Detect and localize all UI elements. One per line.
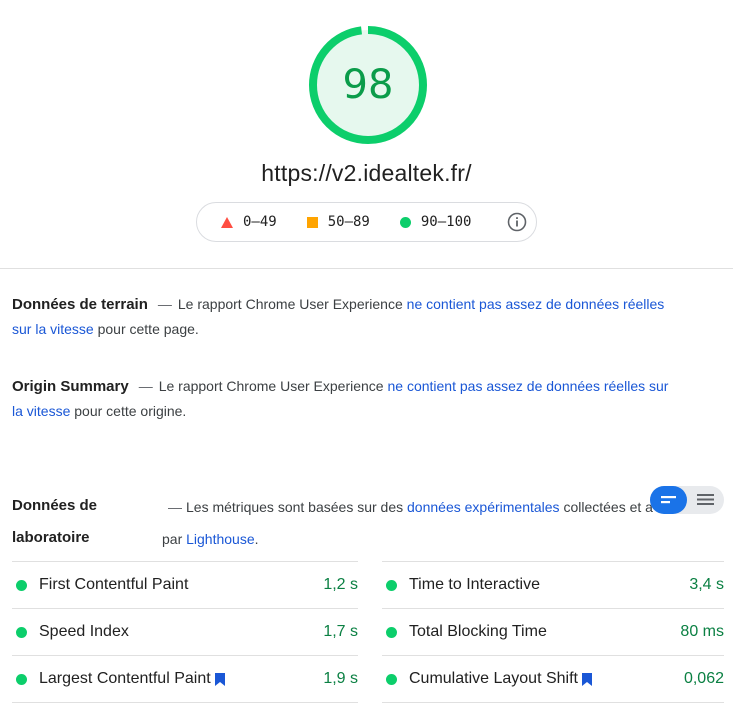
origin-summary-text-after: pour cette origine.: [74, 403, 187, 419]
lab-data-link[interactable]: données expérimentales: [407, 499, 560, 515]
origin-summary-title: Origin Summary: [12, 378, 129, 395]
legend-item-pass: 90–100: [399, 214, 472, 230]
metric-speed-index[interactable]: Speed Index 1,7 s: [12, 608, 358, 655]
metric-value: 1,7 s: [323, 623, 358, 640]
lab-data-description: — Les métriques sont basées sur des donné…: [162, 491, 662, 555]
lab-data-text: Les métriques sont basées sur des: [186, 499, 404, 515]
performance-score-gauge: 98: [307, 24, 429, 146]
origin-summary-dash: —: [138, 378, 153, 394]
legend-item-fail: 0–49: [221, 214, 277, 230]
metric-first-contentful-paint[interactable]: First Contentful Paint 1,2 s: [12, 561, 358, 608]
red-triangle-icon: [221, 216, 233, 228]
metric-name: Time to Interactive: [409, 576, 541, 593]
compact-view-icon: [661, 496, 676, 504]
lab-data-line2-after: .: [254, 531, 259, 547]
lab-data-dash: —: [168, 499, 182, 515]
pass-dot-icon: [386, 579, 397, 591]
pass-dot-icon: [16, 626, 27, 638]
field-data-dash: —: [157, 296, 172, 312]
metric-total-blocking-time[interactable]: Total Blocking Time 80 ms: [382, 608, 724, 655]
metric-value: 1,9 s: [323, 670, 358, 687]
field-data-text: Le rapport Chrome User Experience: [177, 296, 403, 312]
metric-largest-contentful-paint[interactable]: Largest Contentful Paint 1,9 s: [12, 655, 358, 703]
origin-summary-text: Le rapport Chrome User Experience: [158, 378, 384, 394]
metric-cumulative-layout-shift[interactable]: Cumulative Layout Shift 0,062: [382, 655, 724, 703]
metric-name: First Contentful Paint: [39, 576, 189, 593]
info-icon[interactable]: [507, 212, 527, 232]
legend-label-fail: 0–49: [243, 214, 277, 230]
bookmark-icon: [214, 672, 225, 686]
metrics-column-left: First Contentful Paint 1,2 s Speed Index…: [12, 561, 358, 703]
metric-name: Cumulative Layout Shift: [409, 670, 578, 687]
legend-label-pass: 90–100: [420, 214, 472, 230]
metric-value: 80 ms: [680, 623, 724, 640]
metric-value: 0,062: [683, 670, 724, 687]
pass-dot-icon: [386, 626, 397, 638]
pass-dot-icon: [386, 673, 397, 685]
field-data-section: Données de terrain — Le rapport Chrome Use…: [12, 292, 672, 342]
field-data-link-line1: ne contient pas assez de données réelles: [406, 296, 665, 312]
legend-label-average: 50–89: [327, 214, 370, 230]
audited-url: https://v2.idealtek.fr/: [261, 160, 472, 186]
compact-view-button[interactable]: [650, 486, 687, 514]
lighthouse-link[interactable]: Lighthouse: [186, 531, 255, 547]
score-legend: 0–49 50–89 90–100: [196, 202, 537, 242]
origin-summary-link-line2: la vitesse: [12, 403, 71, 419]
metrics-column-right: Time to Interactive 3,4 s Total Blocking…: [382, 561, 724, 703]
metric-value: 1,2 s: [323, 576, 358, 593]
metric-name: Largest Contentful Paint: [39, 670, 211, 687]
field-data-title: Données de terrain: [12, 296, 148, 313]
metric-name: Total Blocking Time: [409, 623, 547, 640]
pass-dot-icon: [16, 579, 27, 591]
lab-data-title: Données de laboratoire: [12, 490, 97, 554]
metric-time-to-interactive[interactable]: Time to Interactive 3,4 s: [382, 561, 724, 608]
lab-data-line2-text: par: [162, 531, 183, 547]
metric-name: Speed Index: [39, 623, 129, 640]
metrics-view-toggle[interactable]: [650, 486, 724, 514]
green-circle-icon: [399, 216, 411, 228]
list-view-icon[interactable]: [687, 486, 724, 514]
field-data-link-line2: sur la vitesse: [12, 321, 94, 337]
metric-value: 3,4 s: [689, 576, 724, 593]
section-divider: [0, 268, 733, 269]
pass-dot-icon: [16, 673, 27, 685]
performance-score: 98: [342, 62, 394, 108]
orange-square-icon: [306, 216, 318, 228]
lab-data-title-line2: laboratoire: [12, 529, 90, 546]
origin-summary-section: Origin Summary — Le rapport Chrome User Ex…: [12, 374, 672, 424]
lab-data-text-after: collectées et a: [563, 499, 653, 515]
bookmark-icon: [581, 672, 592, 686]
legend-item-average: 50–89: [306, 214, 370, 230]
lab-data-title-line1: Données de: [12, 497, 98, 514]
field-data-text-after: pour cette page.: [97, 321, 199, 337]
origin-summary-link-line1: ne contient pas assez de données réelles…: [387, 378, 669, 394]
